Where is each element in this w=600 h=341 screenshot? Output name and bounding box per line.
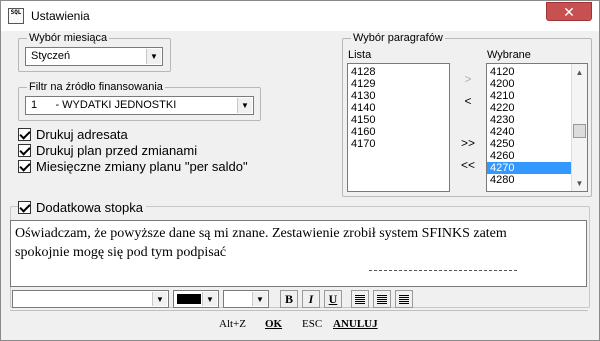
- checkbox[interactable]: [18, 201, 31, 214]
- available-paragraphs-list[interactable]: 4128 4129 4130 4140 4150 4160 4170: [347, 63, 450, 192]
- chevron-down-icon[interactable]: ▼: [146, 49, 161, 64]
- list-item[interactable]: 4130: [348, 90, 449, 102]
- option-label: Miesięczne zmiany planu "per saldo": [36, 159, 248, 174]
- underline-button[interactable]: U: [324, 290, 342, 308]
- list-item[interactable]: 4120: [487, 66, 571, 78]
- option-label: Drukuj plan przed zmianami: [36, 143, 198, 158]
- option-per-saldo[interactable]: Miesięczne zmiany planu "per saldo": [18, 159, 248, 174]
- option-label: Dodatkowa stopka: [36, 200, 143, 215]
- list-label: Lista: [348, 49, 372, 61]
- list-item-selected[interactable]: 4270: [487, 162, 571, 174]
- option-print-plan[interactable]: Drukuj plan przed zmianami: [18, 143, 197, 158]
- cancel-button[interactable]: ANULUJ: [333, 318, 378, 330]
- list-item[interactable]: 4210: [487, 90, 571, 102]
- paragraphs-legend: Wybór paragrafów: [351, 32, 445, 44]
- align-right-icon: [399, 294, 409, 304]
- align-center-button[interactable]: [373, 290, 391, 308]
- month-select[interactable]: Styczeń ▼: [25, 47, 163, 66]
- checkbox[interactable]: [18, 160, 31, 173]
- scroll-down-icon[interactable]: ▼: [572, 175, 587, 191]
- align-left-icon: [355, 294, 365, 304]
- divider: [10, 310, 588, 311]
- align-right-button[interactable]: [395, 290, 413, 308]
- cancel-shortcut: ESC: [302, 318, 323, 330]
- list-item[interactable]: 4140: [348, 102, 449, 114]
- align-left-button[interactable]: [351, 290, 369, 308]
- list-item[interactable]: 4230: [487, 114, 571, 126]
- memo-line: Oświadczam, że powyższe dane są mi znane…: [15, 226, 507, 241]
- list-item[interactable]: 4260: [487, 150, 571, 162]
- list-item[interactable]: 4200: [487, 78, 571, 90]
- scrollbar[interactable]: ▲ ▼: [571, 64, 587, 191]
- list-item[interactable]: 4250: [487, 138, 571, 150]
- chevron-down-icon[interactable]: ▼: [237, 98, 252, 113]
- close-button[interactable]: ✕: [546, 2, 592, 21]
- scroll-up-icon[interactable]: ▲: [572, 64, 587, 80]
- align-center-icon: [377, 294, 387, 304]
- list-item[interactable]: 4160: [348, 126, 449, 138]
- option-extra-footer[interactable]: Dodatkowa stopka: [18, 200, 146, 215]
- list-item[interactable]: 4150: [348, 114, 449, 126]
- month-group: Wybór miesiąca Styczeń ▼: [18, 32, 171, 72]
- chevron-down-icon[interactable]: ▼: [252, 292, 267, 306]
- option-print-addressee[interactable]: Drukuj adresata: [18, 127, 128, 142]
- list-item[interactable]: 4280: [487, 174, 571, 186]
- funding-legend: Filtr na źródło finansowania: [27, 81, 165, 93]
- list-item[interactable]: 4220: [487, 102, 571, 114]
- list-item[interactable]: 4170: [348, 138, 449, 150]
- memo-line: spokojnie mogę się pod tym podpisać: [15, 245, 227, 260]
- remove-button[interactable]: <: [458, 94, 478, 108]
- ok-shortcut: Alt+Z: [219, 318, 246, 330]
- list-item[interactable]: 4128: [348, 66, 449, 78]
- funding-select[interactable]: 1 - WYDATKI JEDNOSTKI ▼: [25, 96, 254, 115]
- month-select-value: Styczeń: [31, 50, 71, 62]
- signature-line: [369, 270, 517, 271]
- bold-button[interactable]: B: [280, 290, 298, 308]
- ok-button[interactable]: OK: [265, 318, 282, 330]
- add-button[interactable]: >: [458, 72, 478, 86]
- font-size-select[interactable]: ▼: [223, 290, 269, 308]
- checkbox[interactable]: [18, 128, 31, 141]
- funding-select-value: 1 - WYDATKI JEDNOSTKI: [31, 99, 177, 111]
- footer-text-editor[interactable]: Oświadczam, że powyższe dane są mi znane…: [10, 220, 587, 287]
- text-color-select[interactable]: ▼: [173, 290, 219, 308]
- checkbox[interactable]: [18, 144, 31, 157]
- chevron-down-icon[interactable]: ▼: [202, 292, 217, 306]
- selected-paragraphs-list[interactable]: 4120 4200 4210 4220 4230 4240 4250 4260 …: [486, 63, 588, 192]
- selected-label: Wybrane: [487, 49, 531, 61]
- font-family-select[interactable]: ▼: [12, 290, 169, 308]
- list-item[interactable]: 4129: [348, 78, 449, 90]
- close-icon: ✕: [563, 3, 575, 20]
- chevron-down-icon[interactable]: ▼: [152, 292, 167, 306]
- remove-all-button[interactable]: <<: [458, 158, 478, 172]
- list-item[interactable]: 4240: [487, 126, 571, 138]
- settings-dialog: SQL Ustawienia ✕ Wybór miesiąca Styczeń …: [0, 0, 600, 341]
- app-icon: SQL: [8, 8, 24, 24]
- italic-button[interactable]: I: [302, 290, 320, 308]
- funding-group: Filtr na źródło finansowania 1 - WYDATKI…: [18, 81, 261, 121]
- color-swatch: [177, 294, 201, 304]
- add-all-button[interactable]: >>: [458, 136, 478, 150]
- window-title: Ustawienia: [31, 9, 90, 23]
- option-label: Drukuj adresata: [36, 127, 128, 142]
- title-bar: SQL Ustawienia ✕: [1, 1, 599, 31]
- month-legend: Wybór miesiąca: [27, 32, 110, 44]
- scroll-thumb[interactable]: [573, 124, 586, 138]
